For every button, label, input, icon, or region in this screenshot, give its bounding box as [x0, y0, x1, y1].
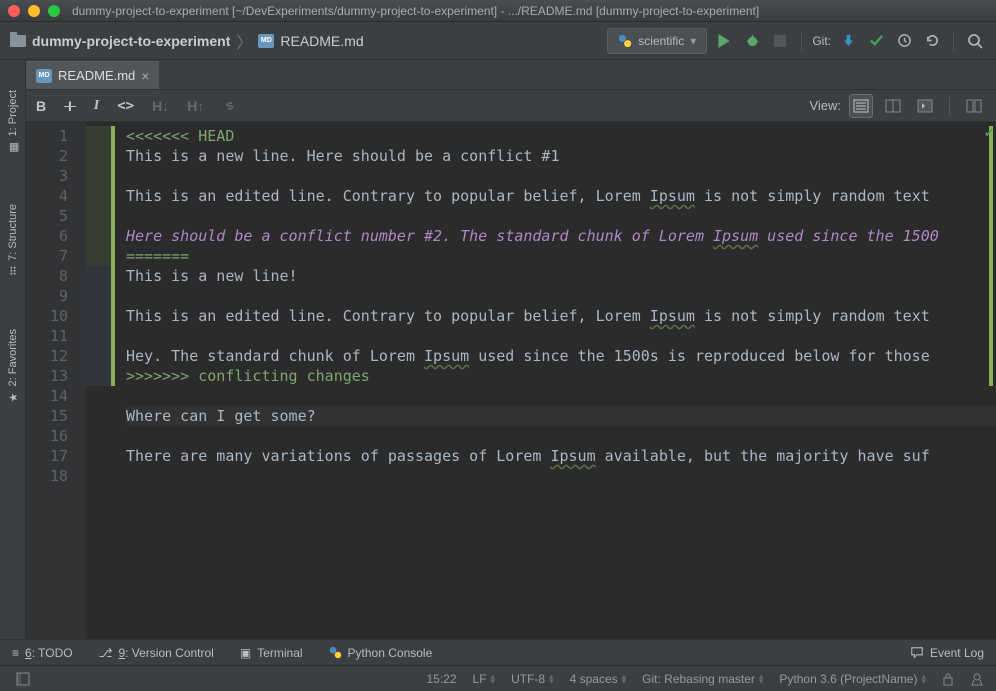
- strikethrough-button[interactable]: I: [64, 98, 76, 114]
- stop-button[interactable]: [769, 30, 791, 52]
- todo-tool-tab[interactable]: ≡ 6: TODO: [12, 646, 73, 660]
- close-tab-button[interactable]: ×: [141, 68, 149, 84]
- markdown-file-icon: MD: [258, 34, 274, 48]
- project-icon: ▦: [6, 140, 20, 154]
- structure-tool-tab[interactable]: ⠿ 7: Structure: [6, 204, 20, 279]
- list-icon: ≡: [12, 646, 19, 660]
- window-controls: [8, 5, 60, 17]
- italic-button[interactable]: I: [94, 98, 99, 114]
- view-split-button[interactable]: [881, 94, 905, 118]
- vcs-update-button[interactable]: [837, 30, 859, 52]
- minimize-window-button[interactable]: [28, 5, 40, 17]
- close-window-button[interactable]: [8, 5, 20, 17]
- status-bar: 15:22 LF▴▾ UTF-8▴▾ 4 spaces▴▾ Git: Rebas…: [0, 665, 996, 691]
- debug-button[interactable]: [741, 30, 763, 52]
- breadcrumb: dummy-project-to-experiment 〉 MD README.…: [10, 29, 601, 53]
- vcs-history-button[interactable]: [893, 30, 915, 52]
- structure-tool-label: 7: Structure: [7, 204, 19, 261]
- file-tab-readme[interactable]: MD README.md ×: [26, 61, 159, 89]
- structure-icon: ⠿: [6, 265, 20, 279]
- file-encoding[interactable]: UTF-8▴▾: [511, 672, 554, 686]
- header-up-button[interactable]: H↑: [187, 98, 204, 114]
- left-tool-strip: ▦ 1: Project ⠿ 7: Structure ★ 2: Favorit…: [0, 60, 26, 639]
- bottom-tool-strip: ≡ 6: TODO ⎇ 9: Version Control ▣ Termina…: [0, 639, 996, 665]
- version-control-tool-tab[interactable]: ⎇ 9: Version Control: [99, 646, 214, 660]
- view-label: View:: [809, 98, 841, 113]
- inspection-status-icon[interactable]: ✔: [984, 126, 994, 140]
- editor-toolbar: B I I <> H↓ H↑ View:: [26, 90, 996, 122]
- speech-bubble-icon: [910, 646, 924, 660]
- breadcrumb-separator: 〉: [236, 29, 252, 53]
- run-config-label: scientific: [638, 34, 684, 48]
- bold-button[interactable]: B: [36, 98, 46, 114]
- conflict-region-theirs: [86, 266, 112, 386]
- vcs-commit-button[interactable]: [865, 30, 887, 52]
- breadcrumb-file[interactable]: README.md: [280, 33, 363, 49]
- terminal-tool-tab[interactable]: ▣ Terminal: [240, 646, 303, 660]
- markdown-file-icon: MD: [36, 69, 52, 83]
- python-interpreter[interactable]: Python 3.6 (ProjectName)▴▾: [779, 672, 926, 686]
- star-icon: ★: [6, 391, 20, 405]
- maximize-window-button[interactable]: [48, 5, 60, 17]
- change-marker-left: [111, 126, 115, 386]
- run-configuration-select[interactable]: scientific ▾: [607, 28, 707, 54]
- vcs-revert-button[interactable]: [921, 30, 943, 52]
- view-preview-button[interactable]: [913, 94, 937, 118]
- indent-setting[interactable]: 4 spaces▴▾: [570, 672, 627, 686]
- project-tool-tab[interactable]: ▦ 1: Project: [6, 90, 20, 154]
- folder-icon: [10, 35, 26, 47]
- run-button[interactable]: [713, 30, 735, 52]
- terminal-icon: ▣: [240, 646, 251, 660]
- view-editor-button[interactable]: [849, 94, 873, 118]
- editor-tabs: MD README.md ×: [26, 60, 996, 90]
- line-separator[interactable]: LF▴▾: [473, 672, 496, 686]
- file-tab-label: README.md: [58, 68, 135, 83]
- favorites-tool-label: 2: Favorites: [7, 329, 19, 386]
- project-tool-label: 1: Project: [7, 90, 19, 136]
- python-icon: [618, 34, 632, 48]
- code-button[interactable]: <>: [117, 98, 134, 114]
- header-down-button[interactable]: H↓: [152, 98, 169, 114]
- code-content[interactable]: <<<<<<< HEADThis is a new line. Here sho…: [86, 122, 996, 639]
- event-log-tool-tab[interactable]: Event Log: [910, 646, 984, 660]
- window-title: dummy-project-to-experiment [~/DevExperi…: [72, 4, 759, 18]
- window-titlebar: dummy-project-to-experiment [~/DevExperi…: [0, 0, 996, 22]
- lock-icon[interactable]: [942, 672, 954, 686]
- conflict-region-ours: [86, 126, 112, 266]
- navigation-bar: dummy-project-to-experiment 〉 MD README.…: [0, 22, 996, 60]
- hector-inspector-icon[interactable]: [970, 672, 984, 686]
- favorites-tool-tab[interactable]: ★ 2: Favorites: [6, 329, 20, 404]
- branch-icon: ⎇: [99, 646, 113, 660]
- change-marker-right: [989, 126, 993, 386]
- link-button[interactable]: [222, 98, 238, 114]
- search-button[interactable]: [964, 30, 986, 52]
- breadcrumb-project[interactable]: dummy-project-to-experiment: [32, 33, 230, 49]
- python-icon: [329, 646, 342, 659]
- python-console-tool-tab[interactable]: Python Console: [329, 646, 433, 660]
- view-layout-button[interactable]: [962, 94, 986, 118]
- cursor-position[interactable]: 15:22: [426, 672, 456, 686]
- git-branch-status[interactable]: Git: Rebasing master▴▾: [642, 672, 763, 686]
- vcs-label: Git:: [812, 34, 831, 48]
- code-editor[interactable]: 123456789101112131415161718 ✔ <<<<<<< HE…: [26, 122, 996, 639]
- gutter-line-numbers: 123456789101112131415161718: [26, 122, 86, 639]
- tool-windows-toggle[interactable]: [12, 668, 34, 690]
